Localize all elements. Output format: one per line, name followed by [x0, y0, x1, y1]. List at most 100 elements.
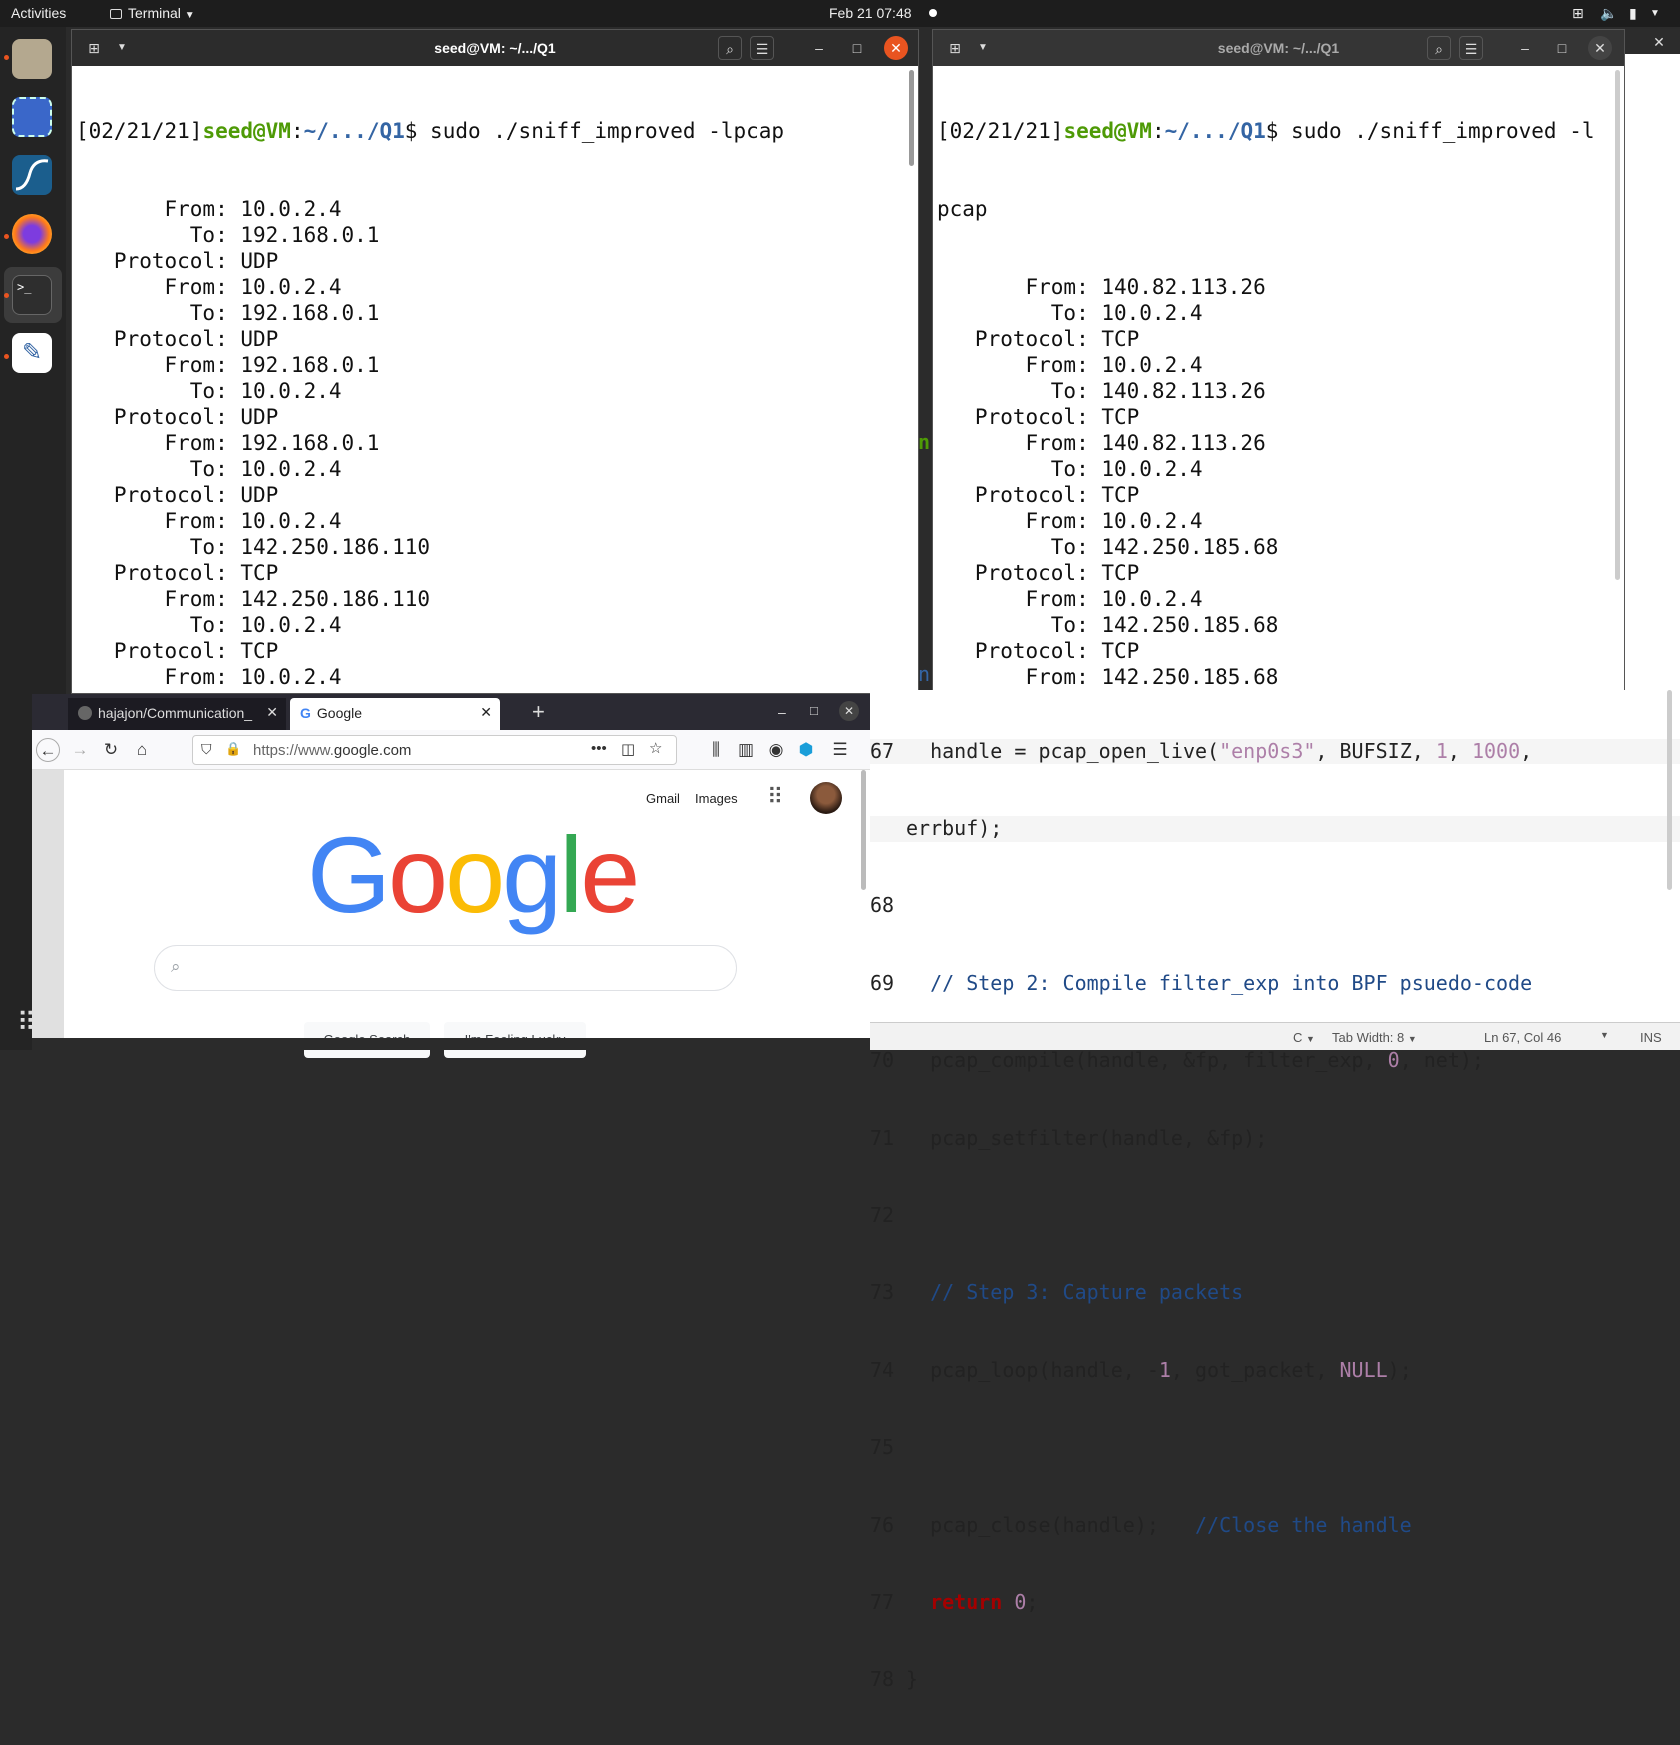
scrollbar-thumb[interactable]: [1615, 70, 1620, 580]
minimize-icon[interactable]: –: [778, 704, 786, 720]
apps-grid-icon[interactable]: ⠿: [767, 784, 783, 810]
cursor-position[interactable]: Ln 67, Col 46: [1484, 1030, 1561, 1045]
close-icon[interactable]: ✕: [1647, 30, 1671, 54]
files-icon[interactable]: [12, 39, 52, 79]
forward-icon[interactable]: →: [68, 738, 92, 762]
firefox-icon[interactable]: [12, 214, 52, 254]
terminal-output[interactable]: [02/21/21]seed@VM:~/.../Q1$ sudo ./sniff…: [933, 66, 1624, 693]
images-link[interactable]: Images: [695, 791, 738, 806]
line-number: 71: [870, 1125, 895, 1150]
home-icon[interactable]: ⌂: [130, 738, 154, 762]
github-icon: [78, 706, 92, 720]
network-icon[interactable]: ⊞: [1572, 5, 1584, 22]
pocket-icon[interactable]: ◫: [621, 740, 635, 758]
output-line: From: 10.0.2.4: [937, 509, 1203, 533]
search-icon[interactable]: ⌕: [718, 36, 742, 60]
app-menu-label: Terminal: [128, 5, 181, 21]
code-text: ,: [1520, 738, 1533, 763]
line-number: 68: [870, 893, 895, 918]
sidebar-icon[interactable]: ▥: [734, 738, 758, 762]
output-line: From: 140.82.113.26: [937, 431, 1266, 455]
close-tab-icon[interactable]: ✕: [266, 704, 278, 721]
reload-icon[interactable]: ↻: [99, 738, 123, 762]
new-tab-button[interactable]: +: [522, 698, 555, 730]
close-icon[interactable]: ✕: [1588, 36, 1612, 60]
bookmark-star-icon[interactable]: ☆: [649, 739, 662, 757]
minimize-icon[interactable]: –: [1513, 36, 1537, 60]
chevron-down-icon[interactable]: ▼: [1600, 1030, 1609, 1040]
close-icon[interactable]: ✕: [839, 701, 859, 721]
app-menu[interactable]: Terminal ▼: [110, 5, 195, 21]
terminal-output[interactable]: [02/21/21]seed@VM:~/.../Q1$ sudo ./sniff…: [72, 66, 918, 693]
output-lines: From: 10.0.2.4 To: 192.168.0.1 Protocol:…: [76, 196, 918, 693]
lock-icon[interactable]: 🔒: [225, 741, 241, 757]
code-text: );: [1387, 1357, 1412, 1382]
browser-tab-active[interactable]: G Google ✕: [290, 698, 500, 730]
terminal-headerbar[interactable]: ⊞ ▼ seed@VM: ~/.../Q1 ⌕ ☰ – □ ✕: [933, 30, 1624, 66]
search-input[interactable]: ⌕: [154, 945, 737, 991]
terminal-headerbar[interactable]: ⊞ ▼ seed@VM: ~/.../Q1 ⌕ ☰ – □ ✕: [72, 30, 918, 66]
clock[interactable]: Feb 21 07:48: [829, 5, 912, 21]
terminal-icon[interactable]: >_: [12, 275, 52, 315]
tab-width-selector[interactable]: Tab Width: 8 ▼: [1332, 1030, 1417, 1045]
maximize-icon[interactable]: □: [1550, 36, 1574, 60]
shield-icon[interactable]: ⛉: [201, 741, 212, 758]
gmail-link[interactable]: Gmail: [646, 791, 680, 806]
terminal-window-right[interactable]: ⊞ ▼ seed@VM: ~/.../Q1 ⌕ ☰ – □ ✕ [02/21/2…: [932, 29, 1625, 694]
hamburger-menu-icon[interactable]: ☰: [828, 738, 852, 762]
scrollbar-thumb[interactable]: [909, 70, 914, 166]
minimize-icon[interactable]: –: [807, 36, 831, 60]
code-line: 75: [870, 1435, 1680, 1461]
close-icon[interactable]: ✕: [884, 36, 908, 60]
volume-icon[interactable]: 🔈: [1600, 5, 1617, 22]
code-lines[interactable]: 67 handle = pcap_open_live("enp0s3", BUF…: [870, 687, 1680, 1745]
code-line-current: 67 handle = pcap_open_live("enp0s3", BUF…: [870, 738, 1680, 765]
output-line: To: 142.250.185.68: [937, 535, 1279, 559]
system-menu-chevron-icon[interactable]: ▼: [1650, 8, 1660, 19]
tab-strip: hajajon/Communication_ ✕ G Google ✕ + – □…: [32, 694, 870, 730]
scrollbar-thumb[interactable]: [861, 770, 866, 890]
extension-icon[interactable]: ⬢: [794, 738, 818, 762]
bottom-edge: [32, 1038, 870, 1050]
battery-icon[interactable]: ▮: [1629, 5, 1637, 22]
window-title: seed@VM: ~/.../Q1: [434, 40, 556, 56]
prompt-line: [02/21/21]seed@VM:~/.../Q1$ sudo ./sniff…: [937, 118, 1624, 144]
code-line-wrap: errbuf);: [870, 815, 1680, 842]
scrollbar-thumb[interactable]: [1667, 690, 1672, 890]
line-number: 77: [870, 1589, 895, 1614]
wireshark-icon[interactable]: [12, 155, 52, 195]
browser-tab[interactable]: hajajon/Communication_ ✕: [68, 698, 286, 730]
chevron-down-icon: ▼: [1306, 1034, 1315, 1044]
tab-label: hajajon/Communication_: [98, 705, 253, 721]
code-line: 78}: [870, 1667, 1680, 1693]
code-line: 76 pcap_close(handle); //Close the handl…: [870, 1513, 1680, 1539]
url-bar[interactable]: ⛉ 🔒 https://www.google.com ••• ◫ ☆: [192, 735, 677, 765]
page-actions-icon[interactable]: •••: [591, 740, 607, 757]
activities-button[interactable]: Activities: [11, 5, 66, 21]
output-line: From: 142.250.186.110: [76, 587, 431, 611]
text-editor-icon[interactable]: ✎: [12, 333, 52, 373]
close-tab-icon[interactable]: ✕: [480, 704, 492, 721]
language-selector[interactable]: C ▼: [1293, 1030, 1315, 1045]
back-icon[interactable]: ←: [36, 738, 60, 762]
search-icon[interactable]: ⌕: [1427, 36, 1451, 60]
prompt-command: $ sudo ./sniff_improved -lpcap: [404, 119, 785, 143]
menu-icon[interactable]: ☰: [1459, 36, 1483, 60]
menu-icon[interactable]: ☰: [750, 36, 774, 60]
output-lines: From: 140.82.113.26 To: 10.0.2.4 Protoco…: [937, 274, 1624, 693]
terminal-app-icon: [110, 9, 122, 19]
terminal-window-left[interactable]: ⊞ ▼ seed@VM: ~/.../Q1 ⌕ ☰ – □ ✕ [02/21/2…: [71, 29, 919, 694]
screenshot-icon[interactable]: [12, 97, 52, 137]
maximize-icon[interactable]: □: [810, 703, 818, 718]
output-line: From: 10.0.2.4: [76, 509, 342, 533]
editor-statusbar: C ▼ Tab Width: 8 ▼ Ln 67, Col 46 ▼ INS: [870, 1022, 1680, 1050]
code-text: , BUFSIZ,: [1315, 738, 1436, 763]
avatar[interactable]: [810, 782, 842, 814]
code-text: pcap_close(handle);: [906, 1512, 1195, 1537]
maximize-icon[interactable]: □: [845, 36, 869, 60]
account-icon[interactable]: ◉: [764, 738, 788, 762]
code-text: , net);: [1399, 1048, 1484, 1073]
code-editor[interactable]: 67 handle = pcap_open_live("enp0s3", BUF…: [870, 690, 1680, 1691]
code-number: 1: [1435, 738, 1448, 763]
library-icon[interactable]: ⫼: [704, 738, 728, 762]
